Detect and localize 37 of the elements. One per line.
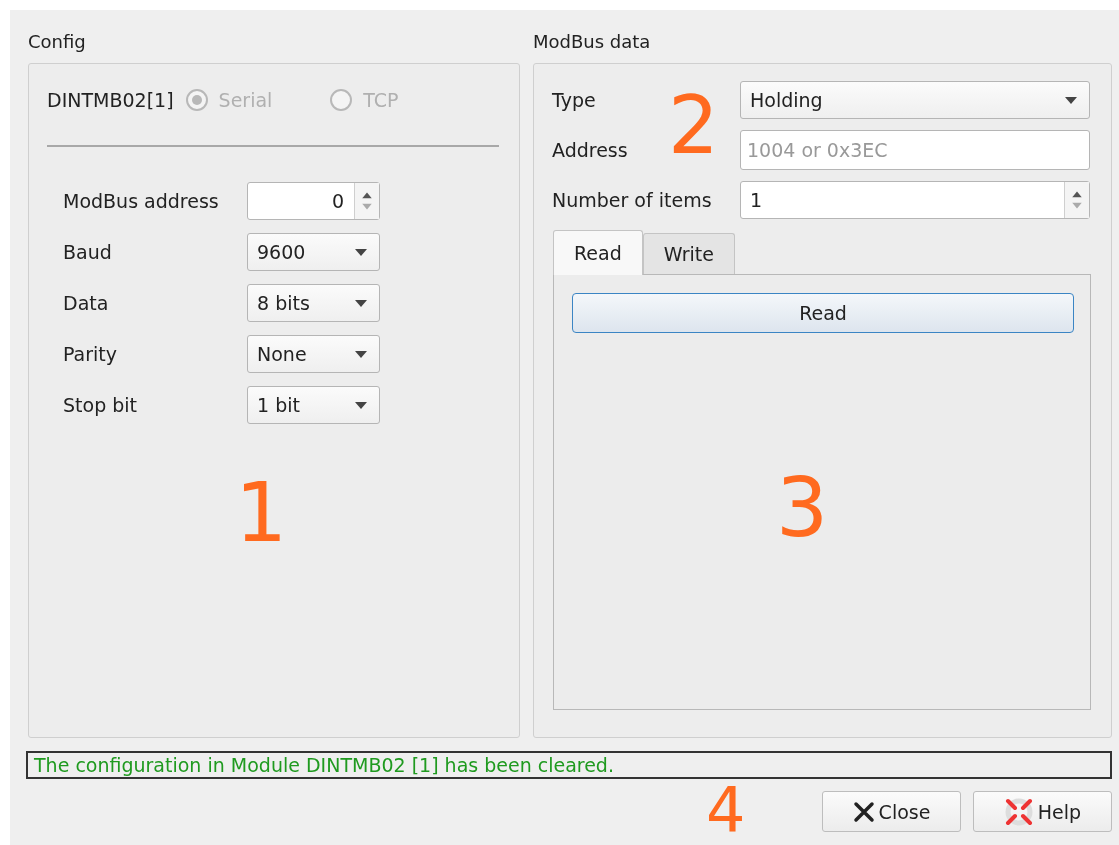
dropdown[interactable]: 8 bits — [247, 284, 380, 322]
read-button[interactable]: Read — [572, 293, 1074, 333]
spin-arrows-icon[interactable] — [354, 183, 379, 219]
spin-box[interactable]: 0 — [247, 182, 380, 220]
spin-box[interactable]: 1 — [740, 181, 1090, 219]
field-label: Number of items — [552, 189, 713, 211]
annotation-number: 1 — [235, 472, 288, 554]
status-message: The configuration in Module DINTMB02 [1] has been cleared. — [34, 754, 614, 776]
group-title: Config — [28, 32, 86, 54]
field-label: Address — [552, 139, 629, 161]
device-name: DINTMB02[1] — [47, 89, 174, 111]
caret-icon — [355, 350, 367, 358]
annotation-number: 4 — [706, 780, 746, 842]
field-label: ModBus address — [63, 190, 220, 212]
field-label: Type — [552, 89, 597, 111]
spin-arrows-icon[interactable] — [1064, 182, 1089, 218]
tab[interactable]: Write — [642, 233, 735, 274]
tab[interactable]: Read — [553, 230, 643, 275]
field-label: Baud — [63, 241, 113, 263]
dropdown[interactable]: None — [247, 335, 380, 373]
group-title: ModBus data — [533, 32, 651, 54]
dropdown[interactable]: Holding — [740, 81, 1090, 119]
help-button[interactable]: Help — [973, 791, 1112, 832]
close-icon — [852, 800, 875, 823]
field-label: Data — [63, 292, 110, 314]
lifebuoy-icon — [1003, 796, 1034, 827]
caret-icon — [355, 401, 367, 409]
caret-icon — [355, 299, 367, 307]
dropdown[interactable]: 1 bit — [247, 386, 380, 424]
annotation-number: 3 — [776, 467, 829, 549]
field-label: Parity — [63, 343, 119, 365]
caret-icon — [1065, 96, 1077, 104]
caret-icon — [355, 248, 367, 256]
dropdown[interactable]: 9600 — [247, 233, 380, 271]
field-label: Stop bit — [63, 394, 139, 416]
annotation-number: 2 — [668, 86, 719, 166]
close-button[interactable]: Close — [822, 791, 961, 832]
